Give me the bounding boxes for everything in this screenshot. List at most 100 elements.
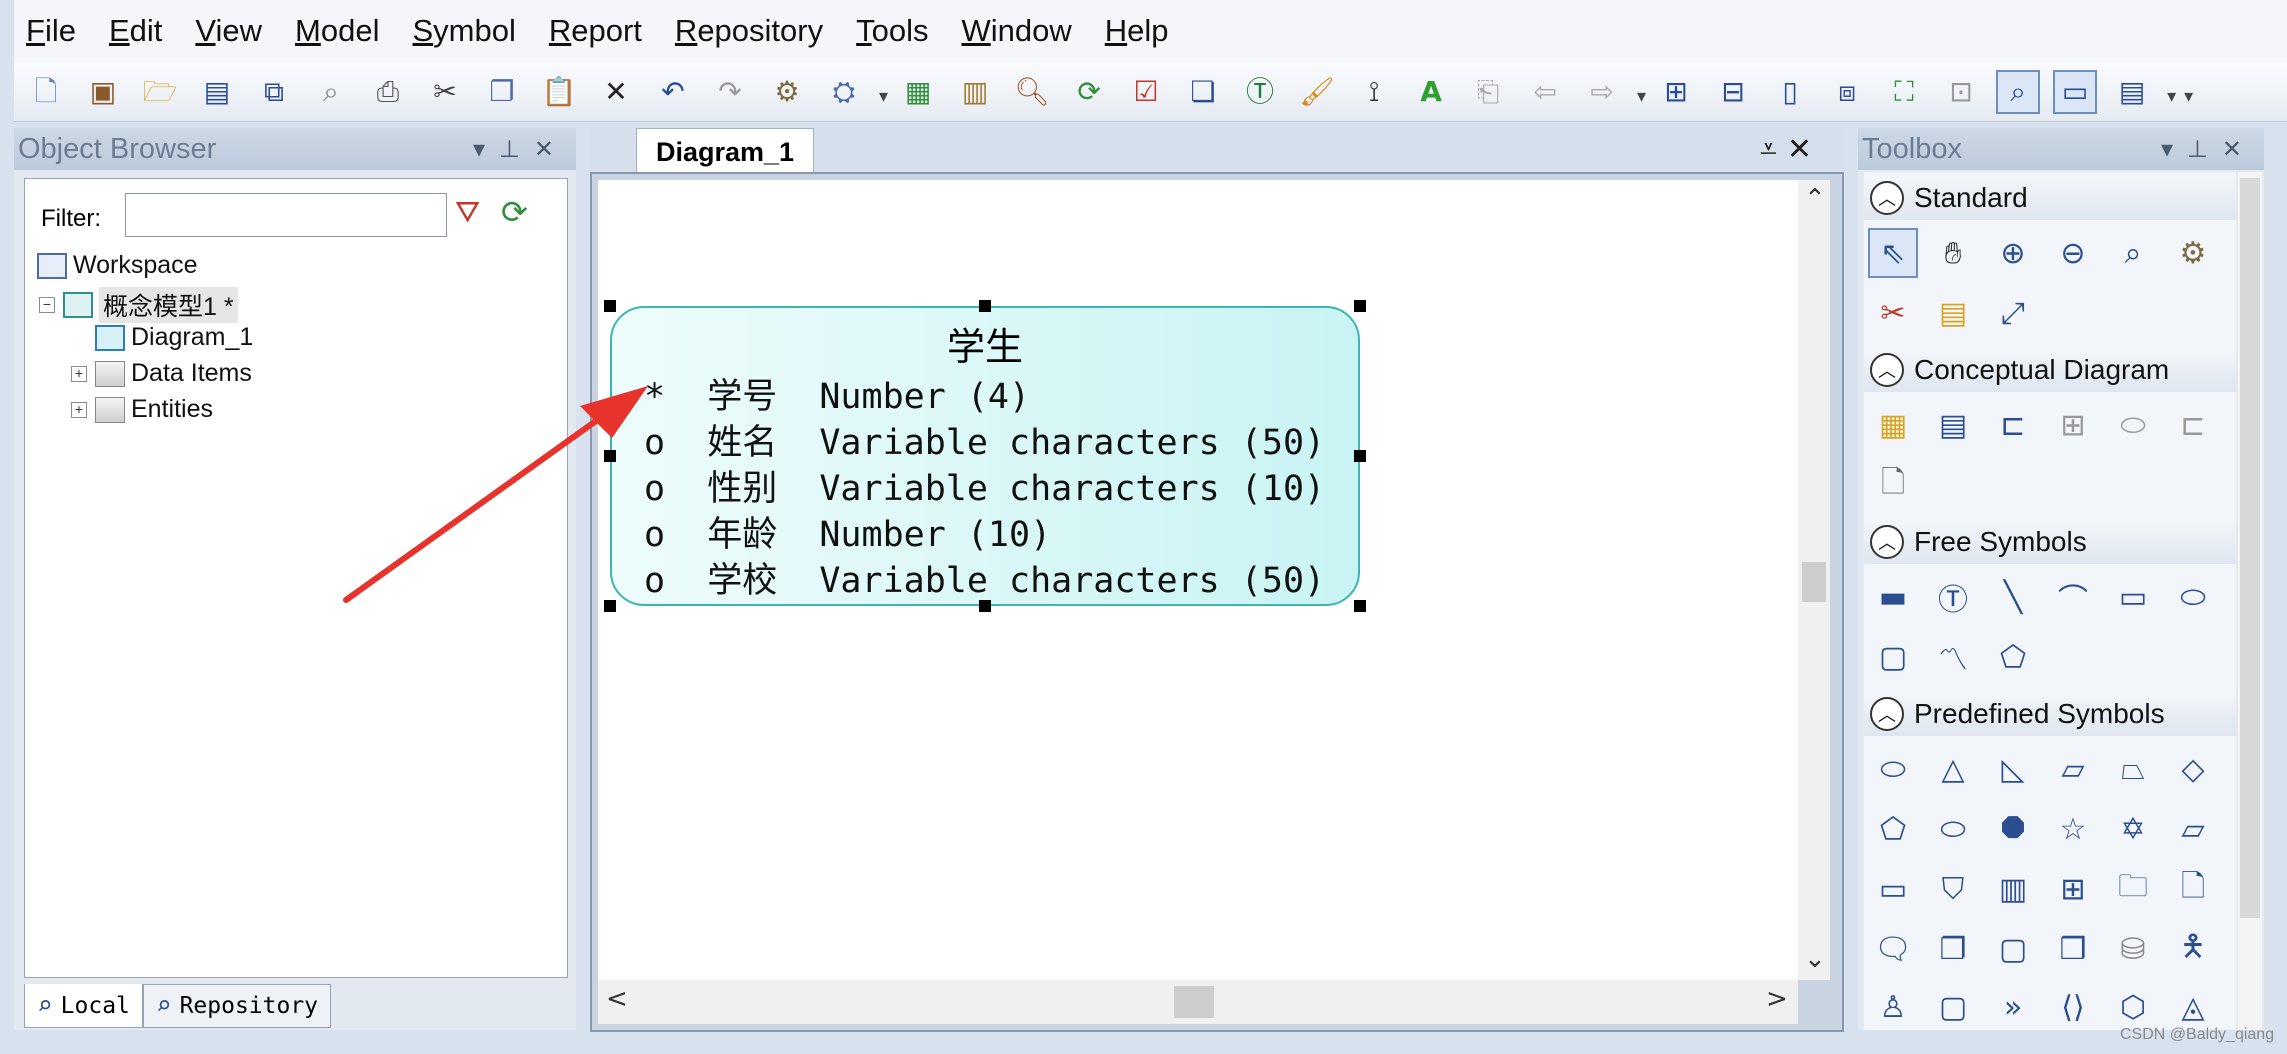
open-model-icon[interactable]: ▣ bbox=[81, 70, 125, 114]
new-icon[interactable]: 🗋 bbox=[24, 70, 68, 114]
pin-icon[interactable]: ⊥ bbox=[2187, 136, 2222, 163]
line-icon[interactable]: ╲ bbox=[1988, 572, 2038, 622]
tab-list-icon[interactable]: ⩡ bbox=[1760, 132, 1787, 167]
save-icon[interactable]: ▤ bbox=[195, 70, 239, 114]
new-package-icon[interactable]: ▦ bbox=[896, 70, 940, 114]
collapse-section-icon[interactable]: ︿ bbox=[1870, 353, 1904, 387]
collapse-section-icon[interactable]: ︿ bbox=[1870, 181, 1904, 215]
filter-input[interactable] bbox=[125, 193, 447, 237]
toolbar-overflow-icon[interactable]: ▾ bbox=[879, 86, 888, 107]
right-triangle-icon[interactable]: ◺ bbox=[1988, 744, 2038, 794]
toolbox-scrollbar[interactable] bbox=[2238, 172, 2262, 1030]
folder-shape-icon[interactable]: 🗀 bbox=[2108, 864, 2158, 914]
arc-icon[interactable]: ⌒ bbox=[2048, 572, 2098, 622]
close-diagram-icon[interactable]: ✕ bbox=[1787, 132, 1822, 167]
delete-tool-icon[interactable]: ✂ bbox=[1868, 288, 1918, 338]
refresh-filter-icon[interactable]: ⟳ bbox=[501, 193, 528, 231]
parallelogram-icon[interactable]: ▱ bbox=[2048, 744, 2098, 794]
rounded-rectangle-icon[interactable]: ▢ bbox=[1868, 632, 1918, 682]
format-painter-icon[interactable]: 🖌︎ bbox=[1295, 70, 1339, 114]
pentagon-icon[interactable]: ⬠ bbox=[1868, 804, 1918, 854]
menu-symbol[interactable]: Symbol bbox=[412, 13, 515, 49]
font-color-icon[interactable]: A bbox=[1409, 70, 1453, 114]
shadow-icon[interactable]: ❏ bbox=[1181, 70, 1225, 114]
menu-view[interactable]: View bbox=[195, 13, 262, 49]
file-icon[interactable]: 🗋 bbox=[1868, 460, 1918, 510]
shield-icon[interactable]: ⛉ bbox=[1928, 864, 1978, 914]
vertical-scroll-thumb[interactable] bbox=[1802, 562, 1826, 602]
close-icon[interactable]: ✕ bbox=[534, 136, 568, 163]
association-icon[interactable]: ⬭ bbox=[2108, 400, 2158, 450]
check-model-icon[interactable]: ⛭ bbox=[822, 70, 866, 114]
tree-item-diagram[interactable]: Diagram_1 bbox=[95, 323, 253, 352]
polyline-icon[interactable]: 〽 bbox=[1928, 632, 1978, 682]
toolbar-overflow-icon-2[interactable]: ▾ bbox=[1637, 86, 1646, 107]
toolbar-overflow-icon-3[interactable]: ▾ bbox=[2167, 86, 2176, 107]
section-conceptual-diagram[interactable]: ︿ Conceptual Diagram bbox=[1864, 348, 2236, 392]
find-icon[interactable]: 🔍︎ bbox=[1010, 70, 1054, 114]
undo-icon[interactable]: ↶ bbox=[651, 70, 695, 114]
bracket-icon[interactable]: ⟨⟩ bbox=[2048, 982, 2098, 1030]
panel-menu-icon[interactable]: ▾ bbox=[473, 136, 499, 163]
diagram-5-icon[interactable]: ⛶ bbox=[1882, 70, 1926, 114]
rounded-shape-icon[interactable]: ⬭ bbox=[1868, 744, 1918, 794]
octagon-icon[interactable]: ⯃ bbox=[1988, 804, 2038, 854]
actor-icon[interactable]: ♙ bbox=[1868, 982, 1918, 1030]
menu-edit[interactable]: Edit bbox=[109, 13, 162, 49]
person-icon[interactable]: 🯅 bbox=[2168, 924, 2218, 974]
properties-tool-icon[interactable]: ⚙ bbox=[2168, 228, 2218, 278]
tree-item-model[interactable]: − 概念模型1 * bbox=[39, 287, 238, 323]
line-style-icon[interactable]: ⟟ bbox=[1352, 70, 1396, 114]
diagram-1-icon[interactable]: ⊞ bbox=[1654, 70, 1698, 114]
card-icon[interactable]: ▱ bbox=[2168, 804, 2218, 854]
drop-icon[interactable]: ◬ bbox=[2168, 982, 2218, 1030]
diamond-icon[interactable]: ◇ bbox=[2168, 744, 2218, 794]
chevron-icon[interactable]: » bbox=[1988, 982, 2038, 1030]
paste-special-icon[interactable]: ▥ bbox=[953, 70, 997, 114]
paste-icon[interactable]: 📋 bbox=[537, 70, 581, 114]
open-package-icon[interactable]: ⌕ bbox=[2108, 228, 2158, 278]
relationship-icon[interactable]: ⊏ bbox=[1988, 400, 2038, 450]
scroll-up-icon[interactable]: ⌃ bbox=[1804, 184, 1826, 214]
link-icon[interactable]: ⤢ bbox=[1988, 288, 2038, 338]
trapezoid-icon[interactable]: ⏢ bbox=[2108, 744, 2158, 794]
properties-icon[interactable]: ⚙ bbox=[765, 70, 809, 114]
open-folder-icon[interactable]: 🗁 bbox=[138, 70, 182, 114]
expand-icon[interactable]: + bbox=[71, 365, 87, 382]
association-link-icon[interactable]: ⊏ bbox=[2168, 400, 2218, 450]
section-free-symbols[interactable]: ︿ Free Symbols bbox=[1864, 520, 2236, 564]
diagram-6-icon[interactable]: ⊡ bbox=[1939, 70, 1983, 114]
align-left-icon[interactable]: ⇦ bbox=[1523, 70, 1567, 114]
menu-window[interactable]: Window bbox=[961, 13, 1071, 49]
toolbox-scroll-thumb[interactable] bbox=[2240, 178, 2260, 918]
cylinder-icon[interactable]: ⛁ bbox=[2108, 924, 2158, 974]
pointer-icon[interactable]: ⇖ bbox=[1868, 228, 1918, 278]
tree-item-workspace[interactable]: Workspace bbox=[37, 251, 198, 280]
hexagon-icon[interactable]: ⬡ bbox=[2108, 982, 2158, 1030]
selection-handle[interactable] bbox=[979, 300, 991, 312]
hexagon-flat-icon[interactable]: ⬭ bbox=[1928, 804, 1978, 854]
triangle-icon[interactable]: △ bbox=[1928, 744, 1978, 794]
clear-filter-icon[interactable]: ⛛ bbox=[455, 195, 480, 230]
validate-icon[interactable]: ☑ bbox=[1124, 70, 1168, 114]
grabber-icon[interactable]: ✋︎ bbox=[1928, 228, 1978, 278]
send-back-icon[interactable]: ⎗ bbox=[1466, 70, 1510, 114]
six-star-icon[interactable]: ✡ bbox=[2108, 804, 2158, 854]
selection-handle[interactable] bbox=[979, 600, 991, 612]
refresh-icon[interactable]: ⟳ bbox=[1067, 70, 1111, 114]
package-icon[interactable]: ▦ bbox=[1868, 400, 1918, 450]
tab-diagram-1[interactable]: Diagram_1 bbox=[636, 128, 814, 176]
cube-icon[interactable]: ❒ bbox=[2048, 924, 2098, 974]
process-icon[interactable]: ▥ bbox=[1988, 864, 2038, 914]
callout-icon[interactable]: 🗨 bbox=[1868, 924, 1918, 974]
tab-repository[interactable]: ⌕ Repository bbox=[142, 984, 332, 1028]
menu-file[interactable]: File bbox=[26, 13, 76, 49]
panel-menu-icon[interactable]: ▾ bbox=[2161, 136, 2187, 163]
diagram-4-icon[interactable]: ⧈ bbox=[1825, 70, 1869, 114]
copy-icon[interactable]: ❐ bbox=[480, 70, 524, 114]
selection-handle[interactable] bbox=[1354, 450, 1366, 462]
selection-handle[interactable] bbox=[1354, 600, 1366, 612]
ellipse-icon[interactable]: ⬭ bbox=[2168, 572, 2218, 622]
delete-icon[interactable]: ✕ bbox=[594, 70, 638, 114]
section-standard[interactable]: ︿ Standard bbox=[1864, 176, 2236, 220]
